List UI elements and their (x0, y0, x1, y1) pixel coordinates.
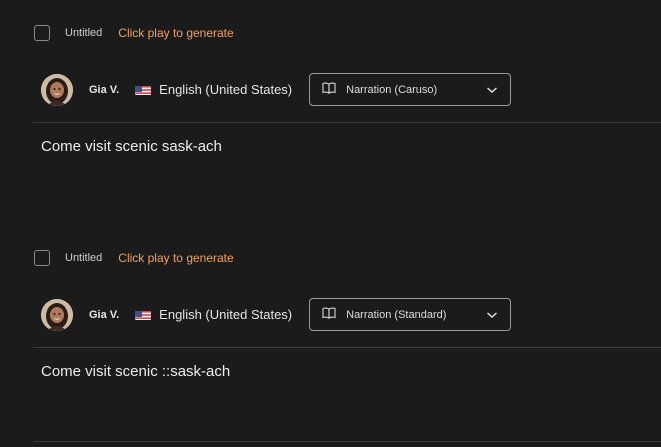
us-flag-icon (135, 84, 152, 95)
style-label: Narration (Standard) (346, 308, 447, 321)
voice-row: Gia V. English (United States) Narration… (41, 73, 512, 106)
language-label[interactable]: English (United States) (159, 307, 292, 322)
avatar[interactable] (41, 73, 73, 106)
chevron-down-icon (486, 306, 498, 324)
book-icon (322, 81, 336, 99)
divider (33, 347, 661, 348)
script-text[interactable]: Come visit scenic sask-ach (41, 138, 222, 155)
voice-row: Gia V. English (United States) Narration… (41, 298, 512, 331)
clip-checkbox[interactable] (34, 250, 50, 266)
language-label[interactable]: English (United States) (159, 82, 292, 97)
clip-status: Click play to generate (118, 26, 234, 40)
book-icon (322, 306, 336, 324)
clip-title[interactable]: Untitled (65, 252, 102, 264)
voice-name[interactable]: Gia V. (89, 309, 119, 321)
voice-name[interactable]: Gia V. (89, 84, 119, 96)
clip-checkbox[interactable] (34, 25, 50, 41)
style-dropdown[interactable]: Narration (Caruso) (309, 73, 512, 106)
avatar[interactable] (41, 298, 73, 331)
chevron-down-icon (486, 81, 498, 99)
clip-title[interactable]: Untitled (65, 27, 102, 39)
clip-list: Untitled Click play to generate Gia V. E… (0, 0, 661, 447)
script-text[interactable]: Come visit scenic ::sask-ach (41, 363, 230, 380)
style-label: Narration (Caruso) (346, 83, 438, 96)
divider (33, 441, 661, 442)
clip-status: Click play to generate (118, 251, 234, 265)
divider (33, 122, 661, 123)
us-flag-icon (135, 309, 152, 320)
clip-header: Untitled Click play to generate (34, 24, 234, 42)
clip-header: Untitled Click play to generate (34, 249, 234, 267)
style-dropdown[interactable]: Narration (Standard) (309, 298, 512, 331)
